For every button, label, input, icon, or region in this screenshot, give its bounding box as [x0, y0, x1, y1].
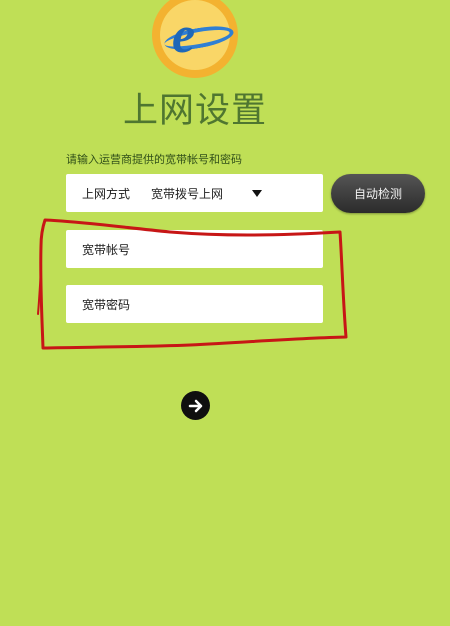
instruction-text: 请输入运营商提供的宽带帐号和密码	[66, 153, 242, 166]
dial-method-select[interactable]: 上网方式 宽带拨号上网	[66, 174, 323, 212]
broadband-account-field[interactable]: 宽带帐号	[66, 230, 323, 268]
page-title: 上网设置	[122, 91, 267, 131]
dial-method-label: 上网方式	[82, 186, 131, 201]
broadband-password-placeholder: 宽带密码	[82, 297, 131, 312]
next-button[interactable]	[181, 391, 210, 420]
broadband-account-placeholder: 宽带帐号	[82, 242, 131, 257]
logo-letter: e	[172, 7, 196, 64]
broadband-password-field[interactable]: 宽带密码	[66, 285, 323, 323]
app-logo: e	[152, 0, 238, 78]
dropdown-arrow-icon[interactable]	[252, 189, 263, 197]
auto-detect-button[interactable]: 自动检测	[331, 174, 425, 213]
dial-method-value: 宽带拨号上网	[151, 186, 224, 201]
arrow-right-icon	[188, 399, 202, 412]
